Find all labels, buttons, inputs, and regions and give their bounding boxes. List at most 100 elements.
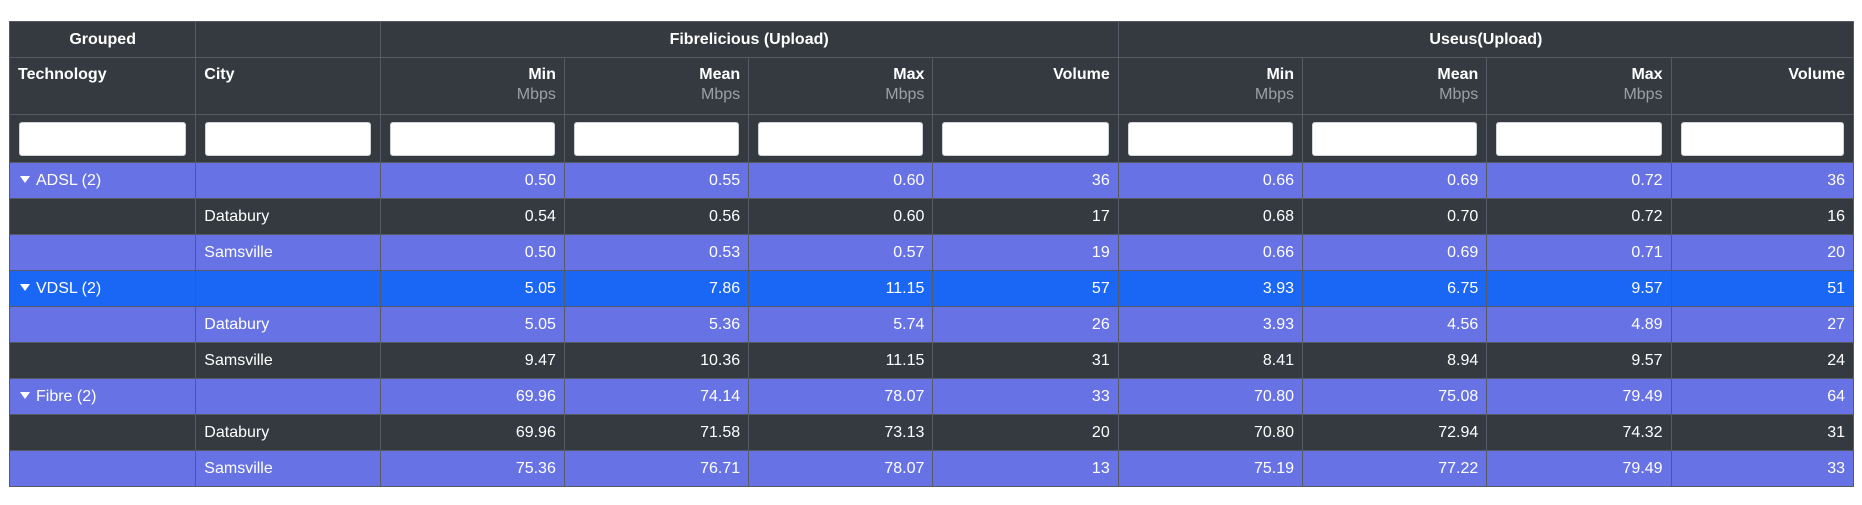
fibrelicious-volume-cell: 13: [932, 450, 1119, 487]
useus-min-cell: 70.80: [1117, 414, 1304, 451]
useus-min-cell: 0.66: [1117, 234, 1304, 271]
useus-min-cell: 3.93: [1117, 306, 1304, 343]
useus-min-cell: 75.19: [1117, 450, 1304, 487]
table-row[interactable]: Samsville 75.36 76.71 78.07 13 75.19 77.…: [8, 450, 1855, 487]
fibrelicious-mean-cell: 0.56: [563, 198, 750, 235]
useus-mean-cell: 77.22: [1301, 450, 1488, 487]
fibrelicious-max-cell: 0.60: [748, 162, 934, 199]
useus-mean-cell: 6.75: [1301, 270, 1488, 307]
fibrelicious-volume-header[interactable]: Volume: [932, 57, 1119, 115]
table-row[interactable]: Databury 5.05 5.36 5.74 26 3.93 4.56 4.8…: [8, 306, 1855, 343]
useus-mean-cell: 4.56: [1301, 306, 1488, 343]
city-cell: Databury: [195, 198, 381, 235]
city-cell: Databury: [195, 306, 381, 343]
fibrelicious-volume-cell: 26: [932, 306, 1119, 343]
useus-max-cell: 9.57: [1486, 342, 1672, 379]
group-toggle[interactable]: VDSL (2): [8, 270, 197, 307]
useus-volume-cell: 64: [1670, 378, 1855, 415]
fibrelicious-max-cell: 11.15: [748, 270, 934, 307]
fibrelicious-min-cell: 0.50: [379, 234, 565, 271]
fibrelicious-max-cell: 0.57: [748, 234, 934, 271]
useus-volume-cell: 27: [1670, 306, 1855, 343]
fibrelicious-mean-cell: 7.86: [563, 270, 750, 307]
caret-down-icon: [20, 283, 30, 291]
useus-mean-cell: 0.69: [1301, 162, 1488, 199]
technology-cell: [8, 450, 197, 487]
fibrelicious-volume-cell: 19: [932, 234, 1119, 271]
group-toggle[interactable]: ADSL (2): [8, 162, 197, 199]
useus-max-cell: 79.49: [1486, 378, 1672, 415]
useus-volume-header[interactable]: Volume: [1670, 57, 1855, 115]
technology-cell: [8, 198, 197, 235]
useus-max-header[interactable]: Max Mbps: [1486, 57, 1672, 115]
unit-label: Mbps: [1439, 86, 1479, 103]
useus-mean-header[interactable]: Mean Mbps: [1301, 57, 1488, 115]
fibrelicious-mean-cell: 0.55: [563, 162, 750, 199]
city-cell: Samsville: [195, 234, 381, 271]
group-row-fibre[interactable]: Fibre (2) 69.96 74.14 78.07 33 70.80 75.…: [8, 378, 1855, 415]
fibrelicious-min-cell: 5.05: [379, 270, 565, 307]
group-row-vdsl[interactable]: VDSL (2) 5.05 7.86 11.15 57 3.93 6.75 9.…: [8, 270, 1855, 307]
group-row-adsl[interactable]: ADSL (2) 0.50 0.55 0.60 36 0.66 0.69 0.7…: [8, 162, 1855, 199]
fibrelicious-volume-cell: 20: [932, 414, 1119, 451]
grouped-data-table: Grouped Fibrelicious (Upload) Useus(Uplo…: [8, 21, 1855, 487]
header-column-row: Technology City Min Mbps Mean Mbps Max Mbps…: [8, 57, 1855, 115]
filter-row: [8, 114, 1855, 163]
empty-group-header: [195, 21, 381, 58]
filter-useus-mean-input[interactable]: [1312, 121, 1478, 156]
unit-label: Mbps: [885, 86, 925, 103]
group-toggle[interactable]: Fibre (2): [8, 378, 197, 415]
useus-mean-cell: 0.69: [1301, 234, 1488, 271]
useus-max-cell: 4.89: [1486, 306, 1672, 343]
table-row[interactable]: Databury 0.54 0.56 0.60 17 0.68 0.70 0.7…: [8, 198, 1855, 235]
fibrelicious-min-cell: 5.05: [379, 306, 565, 343]
technology-cell: [8, 414, 197, 451]
filter-technology-input[interactable]: [19, 121, 187, 156]
table-row[interactable]: Samsville 0.50 0.53 0.57 19 0.66 0.69 0.…: [8, 234, 1855, 271]
fibrelicious-max-cell: 73.13: [748, 414, 934, 451]
fibrelicious-max-cell: 78.07: [748, 378, 934, 415]
header-group-row: Grouped Fibrelicious (Upload) Useus(Uplo…: [8, 21, 1855, 58]
useus-max-cell: 0.72: [1486, 198, 1672, 235]
filter-fibrelicious-volume-input[interactable]: [942, 121, 1109, 156]
useus-max-cell: 0.72: [1486, 162, 1672, 199]
useus-mean-cell: 8.94: [1301, 342, 1488, 379]
fibrelicious-volume-cell: 33: [932, 378, 1119, 415]
useus-volume-cell: 31: [1670, 414, 1855, 451]
table-row[interactable]: Databury 69.96 71.58 73.13 20 70.80 72.9…: [8, 414, 1855, 451]
filter-useus-max-input[interactable]: [1496, 121, 1662, 156]
useus-volume-cell: 20: [1670, 234, 1855, 271]
useus-max-cell: 0.71: [1486, 234, 1672, 271]
city-column-header[interactable]: City: [195, 57, 381, 115]
fibrelicious-mean-cell: 0.53: [563, 234, 750, 271]
fibrelicious-max-cell: 11.15: [748, 342, 934, 379]
filter-useus-volume-input[interactable]: [1680, 121, 1844, 156]
useus-max-cell: 74.32: [1486, 414, 1672, 451]
fibrelicious-max-cell: 5.74: [748, 306, 934, 343]
fibrelicious-mean-cell: 5.36: [563, 306, 750, 343]
fibrelicious-min-header[interactable]: Min Mbps: [379, 57, 565, 115]
fibrelicious-min-cell: 69.96: [379, 378, 565, 415]
technology-column-header[interactable]: Technology: [8, 57, 197, 115]
useus-volume-cell: 51: [1670, 270, 1855, 307]
filter-city-input[interactable]: [205, 121, 371, 156]
fibrelicious-min-cell: 69.96: [379, 414, 565, 451]
fibrelicious-mean-header[interactable]: Mean Mbps: [563, 57, 750, 115]
filter-fibrelicious-min-input[interactable]: [389, 121, 555, 156]
fibrelicious-volume-cell: 17: [932, 198, 1119, 235]
useus-mean-cell: 75.08: [1301, 378, 1488, 415]
useus-volume-cell: 24: [1670, 342, 1855, 379]
fibrelicious-max-header[interactable]: Max Mbps: [748, 57, 934, 115]
filter-useus-min-input[interactable]: [1127, 121, 1293, 156]
city-cell: [195, 270, 381, 307]
useus-volume-cell: 36: [1670, 162, 1855, 199]
fibrelicious-group-header: Fibrelicious (Upload): [379, 21, 1119, 58]
unit-label: Mbps: [516, 86, 556, 103]
filter-fibrelicious-max-input[interactable]: [758, 121, 924, 156]
filter-fibrelicious-mean-input[interactable]: [573, 121, 740, 156]
useus-min-header[interactable]: Min Mbps: [1117, 57, 1304, 115]
table-row[interactable]: Samsville 9.47 10.36 11.15 31 8.41 8.94 …: [8, 342, 1855, 379]
useus-max-cell: 9.57: [1486, 270, 1672, 307]
useus-min-cell: 8.41: [1117, 342, 1304, 379]
unit-label: Mbps: [701, 86, 741, 103]
